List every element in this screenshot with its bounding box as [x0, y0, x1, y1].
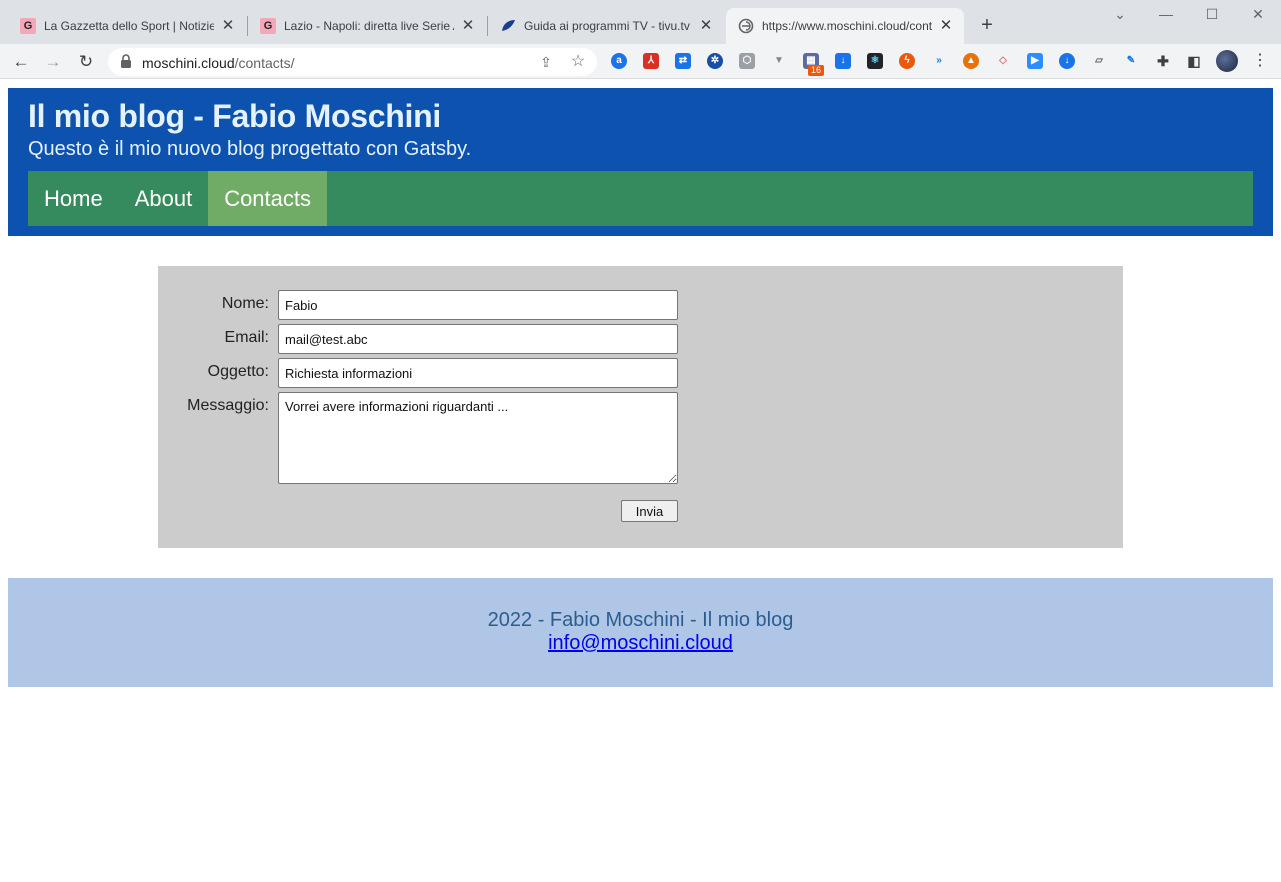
new-tab-icon[interactable]: +	[977, 14, 997, 36]
email-label: Email:	[224, 329, 269, 346]
tab-title: La Gazzetta dello Sport | Notizie	[44, 19, 214, 33]
amazon-assistant-icon[interactable]: a	[611, 53, 627, 69]
site-title: Il mio blog - Fabio Moschini	[28, 98, 441, 134]
site-header: Il mio blog - Fabio Moschini Questo è il…	[8, 88, 1273, 236]
lock-icon	[121, 54, 131, 68]
extension-bolt-icon[interactable]: ϟ	[899, 53, 915, 69]
maximize-icon[interactable]: ☐	[1202, 4, 1222, 24]
footer-email-link[interactable]: info@moschini.cloud	[548, 632, 733, 654]
tab-title: Guida ai programmi TV - tivu.tv	[524, 19, 690, 33]
browser-tab[interactable]: Guida ai programmi TV - tivu.tv ✕	[488, 8, 724, 44]
extension-badge: 16	[808, 65, 824, 76]
extensions-puzzle-icon[interactable]: ✚	[1155, 53, 1171, 69]
url-text: moschini.cloud/contacts/	[142, 55, 295, 71]
vue-devtools-icon[interactable]: ▼	[771, 53, 787, 69]
name-label: Nome:	[221, 295, 269, 312]
extension-pen-icon[interactable]: ✎	[1123, 53, 1139, 69]
minimize-icon[interactable]: —	[1156, 4, 1176, 24]
share-icon[interactable]: ⇪	[536, 52, 556, 72]
download-icon[interactable]: ↓	[835, 53, 851, 69]
chrome-menu-icon[interactable]: ⋮	[1250, 51, 1270, 71]
profile-avatar[interactable]	[1216, 50, 1238, 72]
gazzetta-favicon-icon: G	[20, 18, 36, 34]
browser-toolbar: ← → ↻ moschini.cloud/contacts/ ⇪ ☆ a ⅄ ⇄…	[0, 44, 1281, 79]
close-tab-icon[interactable]: ✕	[220, 18, 236, 34]
browser-tab-active[interactable]: https://www.moschini.cloud/cont ✕	[726, 8, 964, 44]
forward-icon[interactable]: →	[40, 49, 66, 75]
url-host: moschini.cloud	[142, 55, 235, 71]
url-path: /contacts/	[234, 55, 295, 71]
submit-button[interactable]: Invia	[621, 500, 678, 522]
react-devtools-icon[interactable]: ⚛	[867, 53, 883, 69]
close-window-icon[interactable]: ✕	[1248, 4, 1268, 24]
side-panel-icon[interactable]: ◧	[1186, 53, 1202, 69]
extension-tag-icon[interactable]: ◇	[995, 53, 1011, 69]
translate-icon[interactable]: ⇄	[675, 53, 691, 69]
site-footer: 2022 - Fabio Moschini - Il mio blog info…	[8, 578, 1273, 687]
extension-arrows-icon[interactable]: »	[931, 53, 947, 69]
pdf-icon[interactable]: ⅄	[643, 53, 659, 69]
close-tab-icon[interactable]: ✕	[938, 18, 954, 34]
browser-tab[interactable]: G Lazio - Napoli: diretta live Serie A ✕	[248, 8, 486, 44]
nav-contacts[interactable]: Contacts	[208, 171, 328, 226]
extension-network-icon[interactable]: ✲	[707, 53, 723, 69]
tivu-favicon-icon	[500, 18, 516, 34]
extension-card-icon[interactable]: ▱	[1091, 53, 1107, 69]
tab-search-icon[interactable]: ⌄	[1110, 4, 1130, 24]
subject-input[interactable]	[278, 358, 678, 388]
extension-hex-icon[interactable]: ⬡	[739, 53, 755, 69]
message-textarea[interactable]: Vorrei avere informazioni riguardanti ..…	[278, 392, 678, 484]
site-subtitle: Questo è il mio nuovo blog progettato co…	[28, 138, 472, 160]
gazzetta-favicon-icon: G	[260, 18, 276, 34]
footer-text: 2022 - Fabio Moschini - Il mio blog	[487, 609, 794, 631]
bookmark-star-icon[interactable]: ☆	[568, 52, 588, 72]
footer-email-wrapper: info@moschini.cloud	[8, 632, 1273, 655]
download-manager-icon[interactable]: ↓	[1059, 53, 1075, 69]
close-tab-icon[interactable]: ✕	[460, 18, 476, 34]
tab-title: https://www.moschini.cloud/cont	[762, 19, 932, 33]
globe-favicon-icon	[738, 18, 754, 34]
site-nav: Home About Contacts	[28, 171, 1253, 226]
reload-icon[interactable]: ↻	[73, 49, 99, 75]
email-input[interactable]	[278, 324, 678, 354]
tab-title: Lazio - Napoli: diretta live Serie A	[284, 19, 454, 33]
page-viewport: Il mio blog - Fabio Moschini Questo è il…	[0, 80, 1281, 882]
close-tab-icon[interactable]: ✕	[698, 18, 714, 34]
back-icon[interactable]: ←	[8, 49, 34, 75]
nav-home[interactable]: Home	[28, 171, 119, 226]
address-bar[interactable]: moschini.cloud/contacts/ ⇪ ☆	[108, 48, 597, 76]
extension-triangle-icon[interactable]: ▲	[963, 53, 979, 69]
contact-form: Nome: Email: Oggetto: Messaggio: Vorrei …	[158, 266, 1123, 548]
browser-tab[interactable]: G La Gazzetta dello Sport | Notizie ✕	[8, 8, 246, 44]
message-label: Messaggio:	[187, 397, 269, 414]
subject-label: Oggetto:	[207, 363, 269, 380]
nav-about[interactable]: About	[119, 171, 209, 226]
browser-tab-strip: G La Gazzetta dello Sport | Notizie ✕ G …	[0, 0, 1281, 44]
zoom-icon[interactable]: ▶	[1027, 53, 1043, 69]
name-input[interactable]	[278, 290, 678, 320]
